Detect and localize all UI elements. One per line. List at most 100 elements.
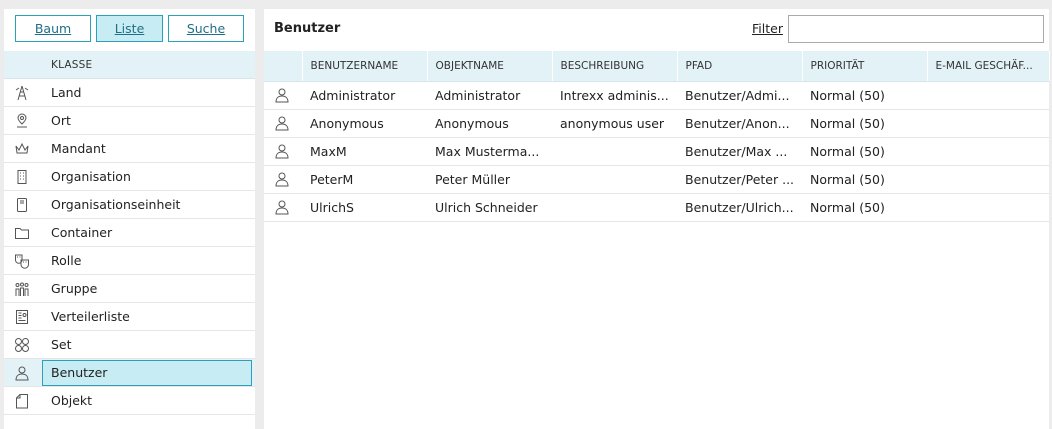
cell-benutzername: PeterM xyxy=(302,165,427,194)
class-item-rolle[interactable]: Rolle xyxy=(4,247,255,275)
cell-email xyxy=(927,193,1049,222)
class-item-label: Container xyxy=(51,225,113,240)
table-row[interactable]: UlrichS Ulrich Schneider Benutzer/Ulrich… xyxy=(264,193,1049,222)
user-icon xyxy=(274,87,302,103)
building-icon xyxy=(14,169,30,185)
filter-label-text: Filter xyxy=(752,21,783,36)
class-list: Land Ort Mandant Organisation Organisati… xyxy=(4,79,255,415)
class-item-label: Verteilerliste xyxy=(51,309,130,324)
list-view-button[interactable]: Liste xyxy=(96,15,163,42)
view-toolbar: Baum Liste Suche xyxy=(4,9,255,51)
theater-masks-icon xyxy=(14,253,30,269)
class-item-organisation[interactable]: Organisation xyxy=(4,163,255,191)
cell-objektname: Max Musterma... xyxy=(427,137,552,166)
class-item-objekt[interactable]: Objekt xyxy=(4,387,255,415)
org-unit-icon xyxy=(14,197,30,213)
cell-email xyxy=(927,109,1049,138)
location-pin-icon xyxy=(14,113,30,129)
cell-prioritaet: Normal (50) xyxy=(802,81,927,110)
class-item-label: Land xyxy=(51,85,82,100)
cell-prioritaet: Normal (50) xyxy=(802,109,927,138)
filter-input[interactable] xyxy=(788,15,1044,43)
class-item-ort[interactable]: Ort xyxy=(4,107,255,135)
class-item-container[interactable]: Container xyxy=(4,219,255,247)
cell-prioritaet: Normal (50) xyxy=(802,165,927,194)
column-header-email-geschaeftlich[interactable]: E-MAIL GESCHÄF... xyxy=(927,51,1050,82)
cell-prioritaet: Normal (50) xyxy=(802,193,927,222)
cell-email xyxy=(927,81,1049,110)
class-item-label: Benutzer xyxy=(51,365,108,380)
cell-benutzername: UlrichS xyxy=(302,193,427,222)
cell-beschreibung: Intrexx adminis... xyxy=(552,81,677,110)
filter-label: Filter xyxy=(752,9,783,49)
cell-beschreibung xyxy=(552,193,677,222)
class-item-label: Mandant xyxy=(51,141,106,156)
cell-pfad: Benutzer/Admi... xyxy=(677,81,802,110)
class-item-organisationseinheit[interactable]: Organisationseinheit xyxy=(4,191,255,219)
class-column-header[interactable]: KLASSE xyxy=(4,51,255,79)
user-icon xyxy=(274,143,302,159)
user-table: BENUTZERNAME OBJEKTNAME BESCHREIBUNG PFA… xyxy=(264,51,1050,222)
cell-benutzername: Administrator xyxy=(302,81,427,110)
user-list-panel: Benutzer Filter BENUTZERNAME OBJEKTNAME … xyxy=(264,9,1050,429)
cell-pfad: Benutzer/Anon... xyxy=(677,109,802,138)
row-icon-cell xyxy=(264,193,302,222)
class-item-label: Rolle xyxy=(51,253,82,268)
folder-icon xyxy=(14,225,30,241)
table-row[interactable]: MaxM Max Musterma... Benutzer/Max ... No… xyxy=(264,137,1049,166)
cell-objektname: Ulrich Schneider xyxy=(427,193,552,222)
set-circles-icon xyxy=(14,337,30,353)
distribution-list-icon xyxy=(14,309,30,325)
cell-pfad: Benutzer/Max ... xyxy=(677,137,802,166)
table-row[interactable]: PeterM Peter Müller Benutzer/Peter ... N… xyxy=(264,165,1049,194)
column-header-objektname[interactable]: OBJEKTNAME xyxy=(427,51,553,82)
cell-benutzername: Anonymous xyxy=(302,109,427,138)
cell-objektname: Anonymous xyxy=(427,109,552,138)
cell-email xyxy=(927,165,1049,194)
cell-pfad: Benutzer/Ulrich... xyxy=(677,193,802,222)
column-header-pfad[interactable]: PFAD xyxy=(677,51,803,82)
class-item-label: Objekt xyxy=(51,393,93,408)
user-icon xyxy=(274,115,302,131)
class-item-label: Set xyxy=(51,337,72,352)
cell-prioritaet: Normal (50) xyxy=(802,137,927,166)
column-header-prioritaet[interactable]: PRIORITÄT xyxy=(802,51,928,82)
cell-beschreibung xyxy=(552,165,677,194)
class-item-gruppe[interactable]: Gruppe xyxy=(4,275,255,303)
class-item-land[interactable]: Land xyxy=(4,79,255,107)
class-item-label: Organisationseinheit xyxy=(51,197,181,212)
row-icon-cell xyxy=(264,137,302,166)
cell-pfad: Benutzer/Peter ... xyxy=(677,165,802,194)
user-icon xyxy=(274,199,302,215)
cell-benutzername: MaxM xyxy=(302,137,427,166)
search-view-button[interactable]: Suche xyxy=(168,15,244,42)
user-icon xyxy=(274,171,302,187)
class-item-benutzer[interactable]: Benutzer xyxy=(4,359,255,387)
class-item-verteilerliste[interactable]: Verteilerliste xyxy=(4,303,255,331)
row-icon-cell xyxy=(264,165,302,194)
globe-tower-icon xyxy=(14,85,30,101)
group-icon xyxy=(14,281,30,297)
cell-beschreibung: anonymous user xyxy=(552,109,677,138)
crown-icon xyxy=(14,141,30,157)
row-icon-cell xyxy=(264,109,302,138)
class-item-mandant[interactable]: Mandant xyxy=(4,135,255,163)
class-panel: Baum Liste Suche KLASSE Land Ort Mandant xyxy=(4,9,255,429)
class-item-label: Gruppe xyxy=(51,281,98,296)
column-header-beschreibung[interactable]: BESCHREIBUNG xyxy=(552,51,678,82)
column-header-benutzername[interactable]: BENUTZERNAME xyxy=(302,51,428,82)
class-item-set[interactable]: Set xyxy=(4,331,255,359)
class-item-label: Organisation xyxy=(51,169,131,184)
page-title: Benutzer xyxy=(274,21,341,36)
table-row[interactable]: Administrator Administrator Intrexx admi… xyxy=(264,81,1049,110)
cell-email xyxy=(927,137,1049,166)
class-item-label: Ort xyxy=(51,113,71,128)
row-icon-cell xyxy=(264,81,302,110)
table-header-row: BENUTZERNAME OBJEKTNAME BESCHREIBUNG PFA… xyxy=(264,51,1050,82)
table-row[interactable]: Anonymous Anonymous anonymous user Benut… xyxy=(264,109,1049,138)
cell-objektname: Peter Müller xyxy=(427,165,552,194)
icon-column-header xyxy=(264,51,303,82)
tree-view-button[interactable]: Baum xyxy=(15,15,91,42)
cell-objektname: Administrator xyxy=(427,81,552,110)
panel-header: Benutzer Filter xyxy=(264,9,1049,51)
